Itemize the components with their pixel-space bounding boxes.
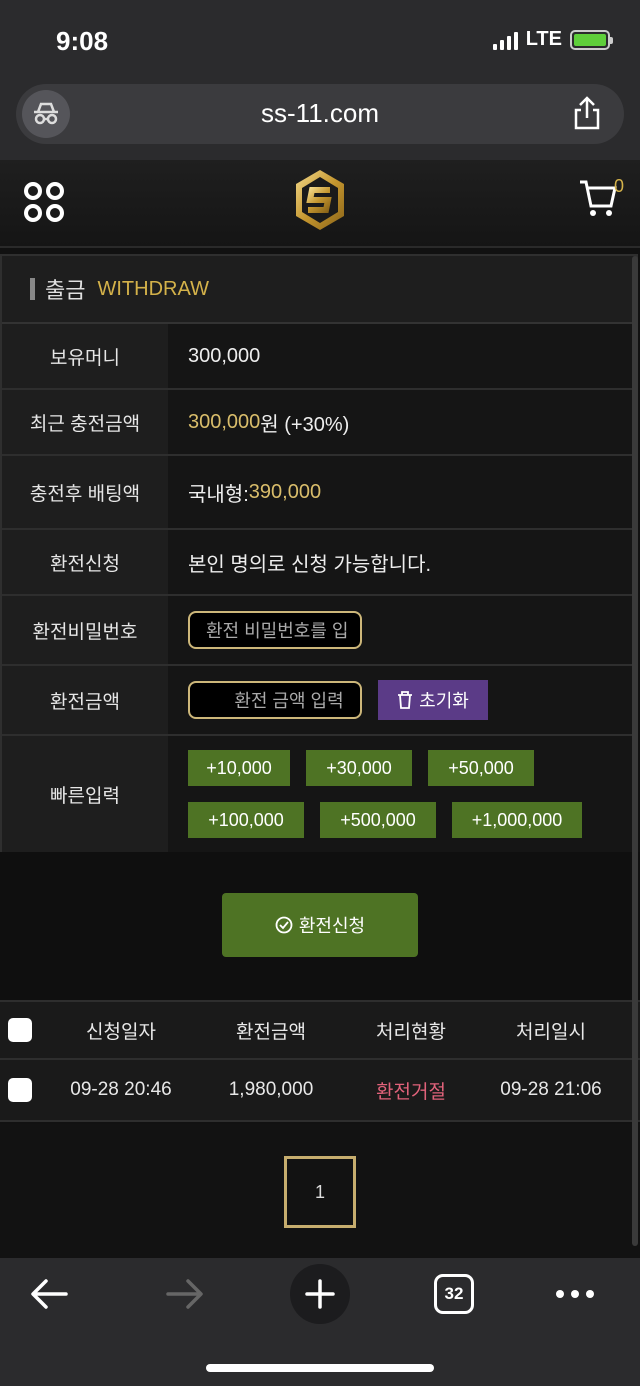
trash-icon: [398, 691, 413, 709]
cell-processed-date: 09-28 21:06: [500, 1079, 602, 1100]
password-input[interactable]: 환전 비밀번호를 입: [188, 611, 362, 649]
password-row: 환전비밀번호 환전 비밀번호를 입: [2, 596, 636, 666]
url-bar[interactable]: ss-11.com: [16, 84, 624, 144]
cart-icon[interactable]: [578, 178, 618, 223]
site-header: 0: [0, 160, 640, 248]
request-note-row: 환전신청 본인 명의로 신청 가능합니다.: [2, 530, 636, 596]
browser-toolbar: 32: [0, 1258, 640, 1386]
title-korean: 출금: [45, 278, 86, 303]
header-status: 처리현황: [376, 1021, 446, 1043]
back-arrow-icon[interactable]: [30, 1276, 70, 1317]
panel-title: 출금 WITHDRAW: [2, 256, 636, 324]
amount-label: 환전금액: [2, 666, 168, 734]
recent-charge-amount: 300,000: [188, 410, 261, 433]
check-circle-icon: [275, 916, 293, 934]
submit-label: 환전신청: [298, 916, 366, 936]
scrollbar[interactable]: [632, 256, 638, 1246]
reset-label: 초기화: [419, 691, 469, 711]
title-english: WITHDRAW: [97, 277, 209, 300]
betting-row: 충전후 배팅액 국내형: 390,000: [2, 456, 636, 530]
header-amount: 환전금액: [236, 1021, 306, 1043]
recent-charge-suffix: 원 (+30%): [260, 413, 350, 436]
quick-add-500000-button[interactable]: +500,000: [320, 802, 436, 838]
recent-charge-label: 최근 충전금액: [2, 390, 168, 454]
status-bar: 9:08 LTE: [0, 0, 640, 80]
site-logo[interactable]: [294, 168, 346, 237]
share-icon[interactable]: [572, 96, 602, 135]
withdraw-panel: 출금 WITHDRAW 보유머니 300,000 최근 충전금액 300,000…: [0, 254, 638, 854]
cell-status: 환전거절: [376, 1081, 446, 1103]
pagination: 1: [0, 1124, 640, 1258]
betting-amount: 390,000: [248, 480, 322, 503]
row-checkbox[interactable]: [8, 1078, 32, 1102]
header-request-date: 신청일자: [86, 1021, 156, 1043]
quick-add-50000-button[interactable]: +50,000: [428, 750, 534, 786]
withdraw-history-table: 신청일자 환전금액 처리현황 처리일시 09-28 20:46 1,980,00…: [0, 1000, 640, 1122]
betting-value: 국내형: 390,000: [168, 456, 636, 528]
cell-request-date: 09-28 20:46: [70, 1079, 172, 1100]
request-note-value: 본인 명의로 신청 가능합니다.: [168, 530, 636, 594]
password-label: 환전비밀번호: [2, 596, 168, 664]
table-header: 신청일자 환전금액 처리현황 처리일시: [0, 1000, 640, 1060]
submit-withdraw-button[interactable]: 환전신청: [222, 893, 418, 957]
quick-buttons: +10,000 +30,000 +50,000 +100,000 +500,00…: [168, 736, 582, 852]
quick-input-row: 빠른입력 +10,000 +30,000 +50,000 +100,000 +5…: [2, 736, 636, 852]
quick-add-30000-button[interactable]: +30,000: [306, 750, 412, 786]
cell-amount: 1,980,000: [228, 1079, 314, 1100]
recent-charge-row: 최근 충전금액 300,000 원 (+30%): [2, 390, 636, 456]
amount-input[interactable]: 환전 금액 입력: [188, 681, 362, 719]
menu-icon[interactable]: [24, 182, 64, 222]
request-note-label: 환전신청: [2, 530, 168, 594]
battery-icon: [570, 29, 613, 50]
new-tab-plus-icon[interactable]: [290, 1264, 350, 1324]
submit-area: 환전신청: [0, 852, 640, 1000]
recent-charge-value: 300,000 원 (+30%): [168, 390, 636, 454]
page-1-button[interactable]: 1: [284, 1156, 356, 1228]
browser-address-area: ss-11.com: [0, 80, 640, 160]
balance-label: 보유머니: [2, 324, 168, 388]
amount-row: 환전금액 환전 금액 입력 초기화: [2, 666, 636, 736]
quick-add-10000-button[interactable]: +10,000: [188, 750, 290, 786]
home-indicator: [206, 1364, 434, 1372]
network-label: LTE: [525, 28, 562, 50]
betting-prefix: 국내형:: [188, 483, 249, 506]
title-marker: [30, 278, 35, 300]
url-text[interactable]: ss-11.com: [16, 98, 624, 129]
quick-add-1000000-button[interactable]: +1,000,000: [452, 802, 582, 838]
status-indicators: LTE: [492, 28, 613, 51]
status-time: 9:08: [56, 26, 109, 56]
balance-row: 보유머니 300,000: [2, 324, 636, 390]
tabs-count-button[interactable]: 32: [434, 1274, 474, 1314]
header-processed-date: 처리일시: [516, 1021, 586, 1043]
signal-icon: [492, 30, 518, 50]
more-options-icon[interactable]: [556, 1290, 594, 1298]
cart-count-badge: 0: [613, 176, 624, 196]
select-all-checkbox[interactable]: [8, 1018, 32, 1042]
table-row: 09-28 20:46 1,980,000 환전거절 09-28 21:06: [0, 1060, 640, 1122]
forward-arrow-icon[interactable]: [164, 1276, 204, 1317]
quick-add-100000-button[interactable]: +100,000: [188, 802, 304, 838]
reset-button[interactable]: 초기화: [378, 680, 488, 720]
quick-input-label: 빠른입력: [2, 736, 168, 852]
balance-value: 300,000: [168, 324, 636, 388]
betting-label: 충전후 배팅액: [2, 456, 168, 528]
